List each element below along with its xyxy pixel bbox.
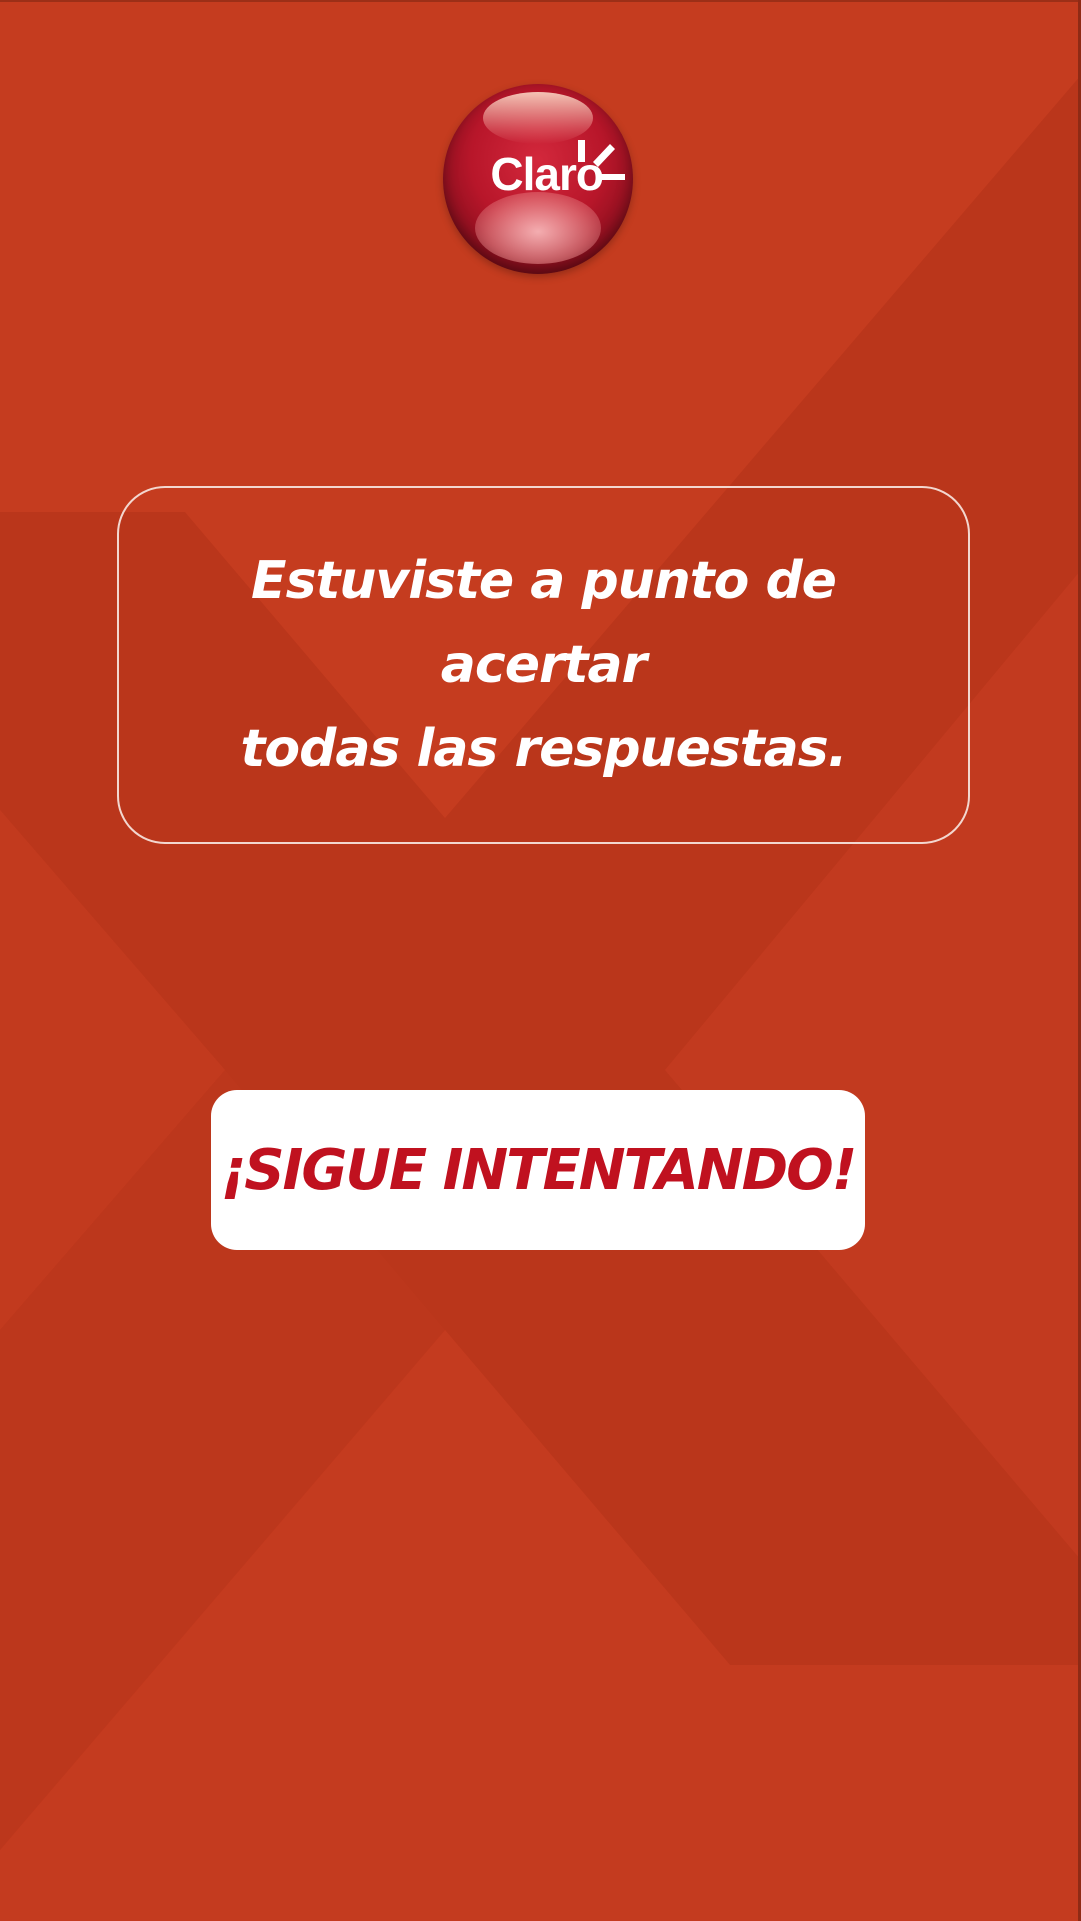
result-message-line-2: todas las respuestas. <box>240 719 848 779</box>
retry-button[interactable]: ¡SIGUE INTENTANDO! <box>211 1090 865 1250</box>
background-pattern <box>0 0 1081 1921</box>
logo-rays-icon <box>578 140 625 180</box>
retry-button-label: ¡SIGUE INTENTANDO! <box>220 1137 858 1203</box>
top-border <box>0 0 1081 2</box>
result-message: Estuviste a punto de acertar todas las r… <box>164 539 924 791</box>
result-message-box: Estuviste a punto de acertar todas las r… <box>117 486 970 844</box>
results-screen: Claro Estuviste a punto de acertar todas… <box>0 0 1081 1921</box>
claro-logo: Claro <box>443 84 633 274</box>
result-message-line-1: Estuviste a punto de acertar <box>251 551 837 695</box>
